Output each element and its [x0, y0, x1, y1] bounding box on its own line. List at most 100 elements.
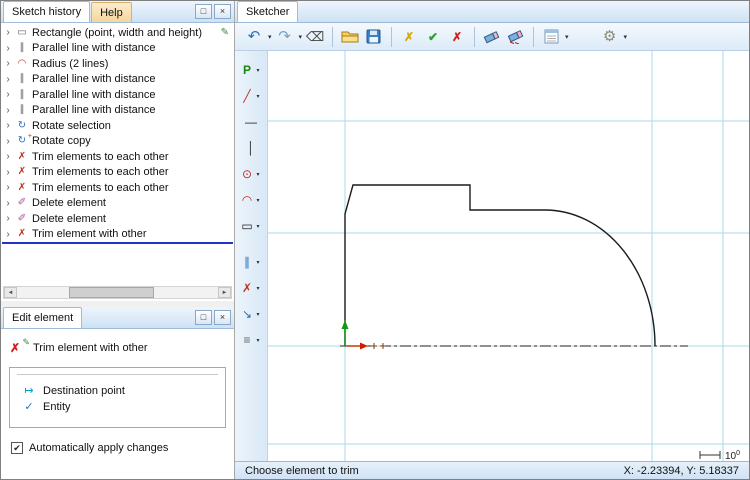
report-button[interactable] [540, 25, 562, 49]
expander-icon[interactable]: › [4, 89, 12, 100]
tab-help[interactable]: Help [91, 2, 132, 22]
history-item-trim[interactable]: › ✗ Trim elements to each other [1, 180, 234, 196]
circle-tool-button[interactable]: ⊙ ▾ [236, 161, 266, 187]
history-item-rotate[interactable]: › ↻ Rotate selection [1, 118, 234, 134]
history-item-delete[interactable]: › ✐ Delete element [1, 211, 234, 227]
drawing-area[interactable]: 100 [268, 51, 749, 461]
sketch-profile[interactable] [344, 184, 656, 347]
sketcher-toolbar: ↶ ▾ ↷ ▾ ⌫ ✗ ✔ ✗ ▾ ⚙ ▾ [235, 23, 749, 51]
insert-position-indicator [2, 242, 233, 244]
float-panel-button[interactable]: □ [195, 310, 212, 325]
history-item-parallel[interactable]: › ∥ Parallel line with distance [1, 87, 234, 103]
history-item-parallel[interactable]: › ∥ Parallel line with distance [1, 41, 234, 57]
scroll-thumb[interactable] [69, 287, 154, 298]
eraser-marks-icon [507, 30, 524, 44]
redo-button[interactable]: ↷ [274, 25, 296, 49]
open-button[interactable] [339, 25, 361, 49]
horizontal-line-tool-button[interactable]: — [236, 109, 266, 135]
dropdown-caret-icon[interactable]: ▾ [257, 337, 263, 344]
expander-icon[interactable]: › [4, 198, 12, 209]
history-item-radius[interactable]: › ◠ Radius (2 lines) [1, 56, 234, 72]
expander-icon[interactable]: › [4, 136, 12, 147]
expander-icon[interactable]: › [4, 151, 12, 162]
history-item-parallel[interactable]: › ∥ Parallel line with distance [1, 72, 234, 88]
section-tool-button[interactable]: ≡ ▾ [236, 327, 266, 353]
transform-tool-button[interactable]: ↘ ▾ [236, 301, 266, 327]
dropdown-caret-icon[interactable]: ▾ [257, 223, 263, 230]
grid-lines [268, 51, 749, 461]
point-tool-button[interactable]: P ▾ [236, 57, 266, 83]
expander-icon[interactable]: › [4, 182, 12, 193]
history-item-delete[interactable]: › ✐ Delete element [1, 196, 234, 212]
expander-icon[interactable]: › [4, 105, 12, 116]
entity-field[interactable]: ✓ Entity [10, 399, 225, 415]
close-panel-button[interactable]: × [214, 310, 231, 325]
parallel-line-icon: ∥ [19, 104, 25, 116]
expander-icon[interactable]: › [4, 229, 12, 240]
expander-icon[interactable]: › [4, 43, 12, 54]
sketch-canvas[interactable]: 100 [268, 51, 749, 461]
radius-icon: ◠ [17, 57, 27, 69]
undo-dropdown-icon[interactable]: ▾ [268, 33, 272, 41]
sketch-history-panel: Sketch history Help □ × › ▭ Rectangle (p… [1, 1, 234, 301]
scroll-left-button[interactable]: ◄ [4, 287, 17, 298]
expander-icon[interactable]: › [4, 167, 12, 178]
history-horizontal-scrollbar[interactable]: ◄ ► [3, 286, 232, 299]
trim-tool-button[interactable]: ✗ ▾ [236, 275, 266, 301]
cancel-button[interactable]: ✗ [446, 25, 468, 49]
history-item-rectangle[interactable]: › ▭ Rectangle (point, width and height) … [1, 25, 234, 41]
dropdown-caret-icon[interactable]: ▾ [257, 259, 263, 266]
erase-button[interactable] [481, 25, 503, 49]
expander-icon[interactable]: › [4, 213, 12, 224]
tab-sketcher[interactable]: Sketcher [237, 1, 299, 22]
history-item-rotate-copy[interactable]: › ↻ + Rotate copy [1, 133, 234, 150]
sketcher-tabbar: Sketcher [235, 1, 749, 23]
scroll-right-button[interactable]: ► [218, 287, 231, 298]
offset-tool-button[interactable]: ∥ ▾ [236, 249, 266, 275]
dropdown-caret-icon[interactable]: ▾ [257, 93, 263, 100]
line-tool-button[interactable]: ╱ ▾ [236, 83, 266, 109]
destination-point-field[interactable]: ↦ Destination point [10, 383, 225, 399]
expander-icon[interactable]: › [4, 27, 12, 38]
settings-dropdown-icon[interactable]: ▾ [624, 33, 628, 41]
report-dropdown-icon[interactable]: ▾ [565, 33, 569, 41]
point-icon: P [242, 63, 251, 77]
redo-dropdown-icon[interactable]: ▾ [299, 33, 303, 41]
float-panel-button[interactable]: □ [195, 4, 212, 19]
dropdown-caret-icon[interactable]: ▾ [257, 171, 263, 178]
expander-icon[interactable]: › [4, 120, 12, 131]
history-item-parallel[interactable]: › ∥ Parallel line with distance [1, 103, 234, 119]
dropdown-caret-icon[interactable]: ▾ [257, 285, 263, 292]
validate-button[interactable]: ✔ [422, 25, 444, 49]
vertical-line-tool-button[interactable]: │ [236, 135, 266, 161]
history-item-trim[interactable]: › ✗ Trim elements to each other [1, 165, 234, 181]
trim-tool-icon: ✗ ✎ [10, 337, 30, 355]
auto-apply-checkbox[interactable]: ✔ [11, 442, 23, 454]
dropdown-caret-icon[interactable]: ▾ [257, 197, 263, 204]
scroll-track[interactable] [17, 287, 218, 298]
history-item-trim[interactable]: › ✗ Trim elements to each other [1, 149, 234, 165]
cancel-all-button[interactable]: ✗ [398, 25, 420, 49]
delete-key-button[interactable]: ⌫ [304, 25, 326, 49]
save-button[interactable] [363, 25, 385, 49]
expander-icon[interactable]: › [4, 74, 12, 85]
history-item-label: Parallel line with distance [32, 42, 156, 55]
auto-apply-row[interactable]: ✔ Automatically apply changes [11, 442, 228, 454]
expander-icon[interactable]: › [4, 58, 12, 69]
undo-button[interactable]: ↶ [243, 25, 265, 49]
dropdown-caret-icon[interactable]: ▾ [257, 311, 263, 318]
parameters-box: ↦ Destination point ✓ Entity [9, 367, 226, 428]
tab-edit-element[interactable]: Edit element [3, 307, 83, 328]
erase-marks-button[interactable] [505, 25, 527, 49]
arc-tool-button[interactable]: ◠ ▾ [236, 187, 266, 213]
dropdown-caret-icon[interactable]: ▾ [257, 67, 263, 74]
section-icon: ≡ [243, 333, 251, 347]
settings-button[interactable]: ⚙ [599, 25, 621, 49]
scroll-left-icon: ◄ [7, 289, 14, 296]
close-panel-button[interactable]: × [214, 4, 231, 19]
rotate-icon: ↻ [17, 119, 27, 131]
circle-icon: ⊙ [241, 167, 253, 181]
rectangle-tool-button[interactable]: ▭ ▾ [236, 213, 266, 239]
tab-sketch-history[interactable]: Sketch history [3, 1, 91, 22]
history-item-trim-selected[interactable]: › ✗ Trim element with other [1, 227, 234, 243]
